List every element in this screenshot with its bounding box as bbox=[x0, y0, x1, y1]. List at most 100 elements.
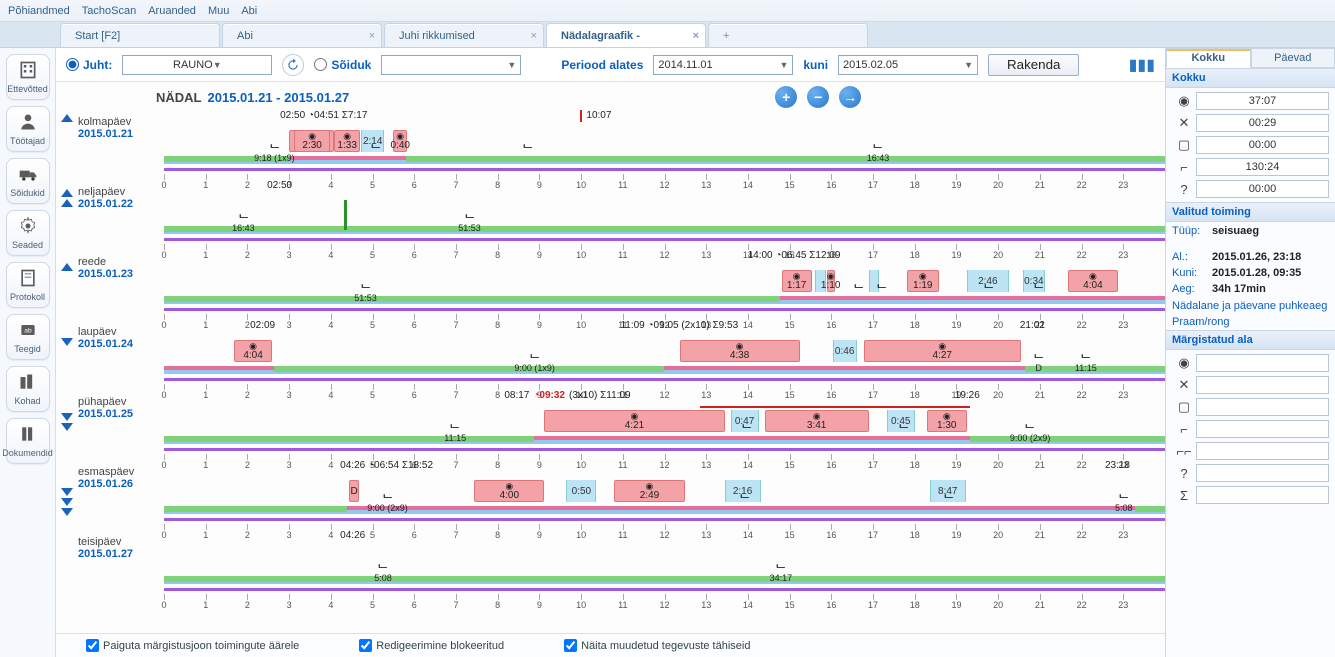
building-button[interactable]: Ettevõtted bbox=[6, 54, 50, 100]
annotation: 14:00 ◔06:45 Σ12:09 bbox=[748, 250, 841, 260]
driving-bar[interactable]: 1:30 bbox=[927, 410, 967, 432]
footer-check-2[interactable]: Redigeerimine blokeeritud bbox=[359, 639, 504, 652]
close-icon[interactable]: × bbox=[531, 30, 537, 42]
period-to-select[interactable]: 2015.02.05▼ bbox=[838, 55, 978, 75]
nav-add-icon[interactable]: + bbox=[775, 86, 797, 108]
marked-icon: ▢ bbox=[1172, 399, 1196, 415]
new-tab-button[interactable]: + bbox=[708, 23, 868, 47]
driving-bar[interactable]: 4:27 bbox=[864, 340, 1021, 362]
period-from-select[interactable]: 2014.11.01▼ bbox=[653, 55, 793, 75]
tab[interactable]: Start [F2] bbox=[60, 23, 220, 47]
menu-item[interactable]: Põhiandmed bbox=[8, 5, 70, 17]
hour-label: 1 bbox=[203, 600, 208, 610]
driving-bar[interactable]: 1:10 bbox=[827, 270, 835, 292]
day-track[interactable]: 08:17 ◔09:32 (3x10) Σ11:0919:260:470:454… bbox=[164, 390, 1165, 460]
close-icon[interactable]: × bbox=[369, 30, 375, 42]
driving-bar[interactable]: 3:41 bbox=[765, 410, 869, 432]
truck-button[interactable]: Sõidukid bbox=[6, 158, 50, 204]
chart-mode-icon[interactable]: ▮▮▮ bbox=[1129, 55, 1155, 75]
rp-tab-total[interactable]: Kokku bbox=[1166, 48, 1251, 68]
arrow-up-icon bbox=[61, 189, 73, 197]
driving-bar[interactable]: 4:00 bbox=[474, 480, 544, 502]
marked-value bbox=[1196, 354, 1329, 372]
rest-link[interactable]: Nädalane ja päevane puhkeaeg bbox=[1166, 298, 1335, 314]
red-overline bbox=[700, 406, 970, 408]
total-value: 00:00 bbox=[1196, 136, 1329, 154]
places-button[interactable]: Kohad bbox=[6, 366, 50, 412]
driving-bar[interactable]: 4:04 bbox=[234, 340, 272, 362]
day-arrows[interactable] bbox=[56, 259, 78, 334]
day-date: 2015.01.22 bbox=[78, 198, 160, 210]
ferry-link[interactable]: Praam/rong bbox=[1166, 314, 1335, 330]
driving-bar[interactable]: 1:17 bbox=[782, 270, 812, 292]
menu-item[interactable]: Muu bbox=[208, 5, 229, 17]
apply-button[interactable]: Rakenda bbox=[988, 54, 1079, 76]
day-arrows[interactable] bbox=[56, 110, 78, 185]
day-track[interactable]: 02:50 ◔04:51 Σ7:1710:072:14E2:301:330:40… bbox=[164, 110, 1165, 180]
docs-button[interactable]: Dokumendid bbox=[6, 418, 50, 464]
notebook-button[interactable]: Protokoll bbox=[6, 262, 50, 308]
menu-item[interactable]: TachoScan bbox=[82, 5, 136, 17]
nav-minus-icon[interactable]: − bbox=[807, 86, 829, 108]
marked-grid: ◉✕▢⌐⌐⌐?Σ bbox=[1166, 350, 1335, 508]
day-track[interactable]: 14:00 ◔06:45 Σ12:092:460:341:171:101:194… bbox=[164, 250, 1165, 320]
vehicle-radio[interactable]: Sõiduk bbox=[314, 58, 371, 72]
tab[interactable]: Abi× bbox=[222, 23, 382, 47]
bed-icon: 16:43 bbox=[867, 142, 890, 164]
rail-green bbox=[970, 436, 1165, 442]
bed-icon bbox=[855, 282, 863, 293]
menu-item[interactable]: Abi bbox=[241, 5, 257, 17]
nav-next-icon[interactable]: → bbox=[839, 86, 861, 108]
hour-label: 7 bbox=[453, 600, 458, 610]
hour-label: 6 bbox=[412, 600, 417, 610]
marked-value bbox=[1196, 376, 1329, 394]
rp-tab-days[interactable]: Päevad bbox=[1251, 48, 1335, 68]
hour-label: 16 bbox=[826, 600, 836, 610]
day-arrows[interactable] bbox=[56, 185, 78, 260]
hour-label: 23 bbox=[1118, 600, 1128, 610]
driving-bar[interactable]: 1:33 bbox=[334, 130, 360, 152]
footer-check-3[interactable]: Näita muudetud tegevuste tähiseid bbox=[564, 639, 750, 652]
day-arrows[interactable] bbox=[56, 409, 78, 484]
person-button[interactable]: Töötajad bbox=[6, 106, 50, 152]
day-track[interactable]: 02:0911:09 ◔09:05 (2x10) Σ9:5321:020:464… bbox=[164, 320, 1165, 390]
driving-bar[interactable]: 4:04 bbox=[1068, 270, 1118, 292]
totals-grid: ◉37:07✕00:29▢00:00⌐130:24?00:00 bbox=[1166, 88, 1335, 202]
bed-icon: 34:17 bbox=[770, 562, 793, 584]
close-icon[interactable]: × bbox=[693, 30, 699, 42]
day-label: neljapäev2015.01.22 bbox=[78, 180, 164, 250]
person-icon bbox=[18, 112, 38, 134]
driving-bar[interactable]: 1:19 bbox=[907, 270, 939, 292]
day-arrows[interactable] bbox=[56, 334, 78, 409]
vehicle-select[interactable]: ▼ bbox=[381, 55, 521, 75]
driving-bar[interactable]: 4:21 bbox=[544, 410, 724, 432]
leftbar-label: Ettevõtted bbox=[7, 84, 48, 94]
refresh-icon[interactable] bbox=[282, 54, 304, 76]
driving-bar[interactable]: 2:30 bbox=[294, 130, 330, 152]
day-arrows[interactable] bbox=[56, 558, 78, 633]
day-track[interactable]: 04:26 ◔06:54 Σ18:5223:180:502:168:47D4:0… bbox=[164, 460, 1165, 530]
driving-bar[interactable]: 4:38 bbox=[680, 340, 800, 362]
bars-layer: 0:470:454:213:411:3011:159:00 (2x9)01234… bbox=[164, 404, 1165, 440]
driver-select[interactable]: RAUNO▼ bbox=[122, 55, 272, 75]
menu-item[interactable]: Aruanded bbox=[148, 5, 196, 17]
rail-green bbox=[1135, 506, 1165, 512]
day-track[interactable]: 02:5016:4351:530123456789101112131415161… bbox=[164, 180, 1165, 250]
driver-radio[interactable]: Juht: bbox=[66, 58, 112, 72]
bars-layer: 0:502:168:47D4:002:499:00 (2x9)5:0801234… bbox=[164, 474, 1165, 510]
driving-bar[interactable]: 2:49 bbox=[614, 480, 684, 502]
total-value: 00:00 bbox=[1196, 180, 1329, 198]
rest-span[interactable]: 0:46 bbox=[833, 340, 857, 362]
driving-bar[interactable]: D bbox=[349, 480, 359, 502]
footer-check-1[interactable]: Paiguta märgistusjoon toimingute äärele bbox=[86, 639, 299, 652]
tab[interactable]: Nädalagraafik -× bbox=[546, 23, 706, 47]
day-arrows[interactable] bbox=[56, 484, 78, 559]
library-button[interactable]: abTeegid bbox=[6, 314, 50, 360]
gear-button[interactable]: Seaded bbox=[6, 210, 50, 256]
driving-bar[interactable]: 0:40 bbox=[393, 130, 407, 152]
day-track[interactable]: 04:265:0834:1701234567891011121314151617… bbox=[164, 530, 1165, 600]
rest-span[interactable]: 0:50 bbox=[566, 480, 596, 502]
tab[interactable]: Juhi rikkumised× bbox=[384, 23, 544, 47]
arrow-down-icon bbox=[61, 508, 73, 516]
hour-label: 21 bbox=[1035, 600, 1045, 610]
